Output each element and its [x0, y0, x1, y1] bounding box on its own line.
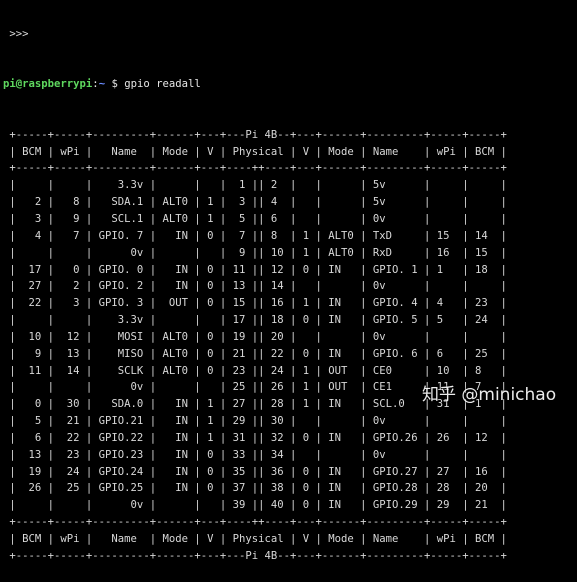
table-row: | 19 | 24 | GPIO.24 | IN | 0 | 35 || 36 … — [3, 465, 507, 478]
table-row: | 11 | 14 | SCLK | ALT0 | 0 | 23 || 24 |… — [3, 364, 507, 377]
command-prompt-line: pi@raspberrypi:~ $ gpio readall — [3, 76, 507, 93]
table-row: | 6 | 22 | GPIO.22 | IN | 1 | 31 || 32 |… — [3, 431, 507, 444]
table-row: | 17 | 0 | GPIO. 0 | IN | 0 | 11 || 12 |… — [3, 263, 507, 276]
prompt-user-host: pi@raspberrypi — [3, 78, 93, 91]
table-row: | | | 3.3v | | | 1 || 2 | | | 5v | | | — [3, 179, 507, 192]
zhihu-watermark: 知乎 @minichao — [422, 385, 557, 405]
table-row: | 10 | 12 | MOSI | ALT0 | 0 | 19 || 20 |… — [3, 330, 507, 343]
table-border-line: +-----+-----+---------+------+---+----++… — [3, 516, 507, 529]
table-row: | 9 | 13 | MISO | ALT0 | 0 | 21 || 22 | … — [3, 347, 507, 360]
table-row: | 4 | 7 | GPIO. 7 | IN | 0 | 7 || 8 | 1 … — [3, 229, 507, 242]
table-row: | | | 0v | | | 9 || 10 | 1 | ALT0 | RxD … — [3, 246, 507, 259]
table-row: | BCM | wPi | Name | Mode | V | Physical… — [3, 145, 507, 158]
prompt-dollar-sign: $ — [105, 78, 125, 91]
table-row: | BCM | wPi | Name | Mode | V | Physical… — [3, 533, 507, 545]
gpio-readall-table: +-----+-----+---------+------+---+---Pi … — [3, 127, 507, 565]
previous-output-fragment: >>> — [3, 27, 29, 40]
table-row: | 26 | 25 | GPIO.25 | IN | 0 | 37 || 38 … — [3, 482, 507, 495]
table-row: | 3 | 9 | SCL.1 | ALT0 | 1 | 5 || 6 | | … — [3, 212, 507, 225]
table-row: | 13 | 23 | GPIO.23 | IN | 0 | 33 || 34 … — [3, 448, 507, 461]
table-border-line: +-----+-----+---------+------+---+---Pi … — [3, 549, 507, 562]
table-row: | 22 | 3 | GPIO. 3 | OUT | 0 | 15 || 16 … — [3, 297, 507, 310]
command-text: gpio readall — [124, 78, 201, 91]
table-row: | | | 0v | | | 39 || 40 | 0 | IN | GPIO.… — [3, 499, 507, 512]
table-border-line: +-----+-----+---------+------+---+---Pi … — [3, 128, 507, 141]
table-row: | 27 | 2 | GPIO. 2 | IN | 0 | 13 || 14 |… — [3, 280, 507, 293]
table-row: | | | 3.3v | | | 17 || 18 | 0 | IN | GPI… — [3, 314, 507, 327]
terminal-output[interactable]: >>> pi@raspberrypi:~ $ gpio readall +---… — [3, 0, 507, 582]
table-border-line: +-----+-----+---------+------+---+----++… — [3, 162, 507, 175]
table-row: | 2 | 8 | SDA.1 | ALT0 | 1 | 3 || 4 | | … — [3, 196, 507, 209]
